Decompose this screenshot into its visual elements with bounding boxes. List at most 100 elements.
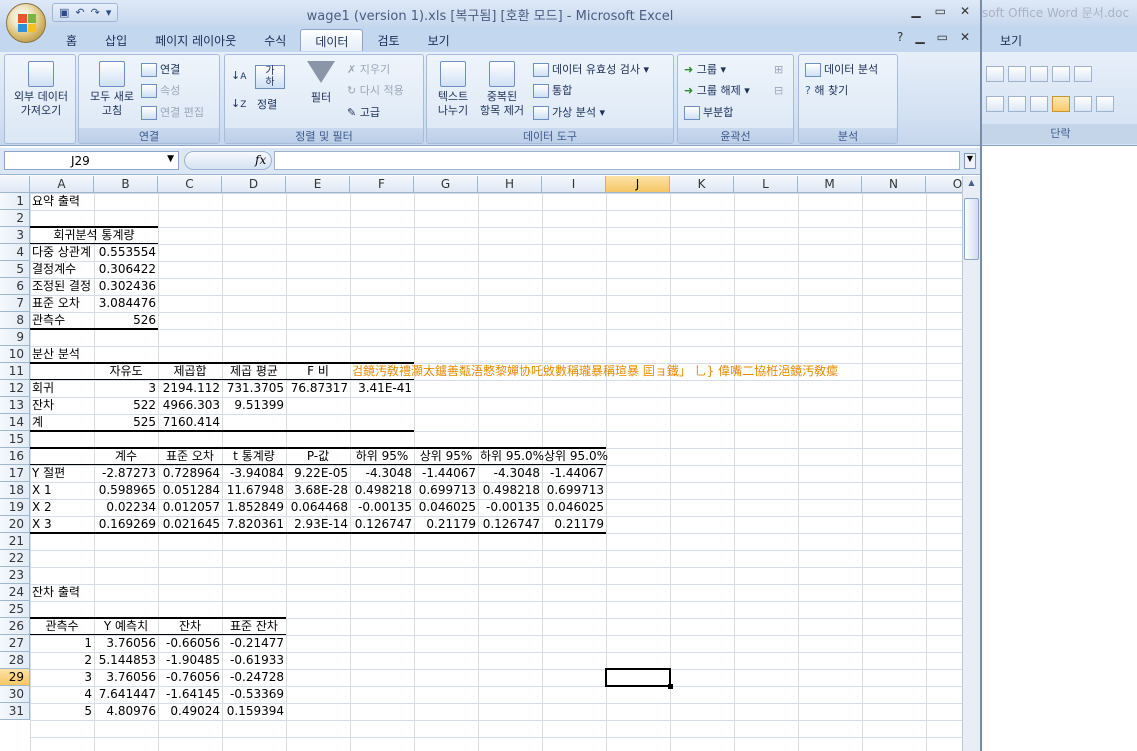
- column-header-F[interactable]: F: [350, 176, 414, 193]
- scroll-thumb[interactable]: [964, 198, 979, 260]
- properties-button[interactable]: 속성: [141, 84, 180, 98]
- coef-value[interactable]: 0.699713: [542, 482, 606, 499]
- doc-close-button[interactable]: ✕: [960, 30, 970, 44]
- coef-header[interactable]: t 통계량: [222, 448, 286, 465]
- select-all-corner[interactable]: [0, 176, 30, 193]
- coef-value[interactable]: -3.94084: [222, 465, 286, 482]
- column-header-B[interactable]: B: [94, 176, 158, 193]
- scroll-up-icon[interactable]: ▲: [964, 178, 979, 194]
- connections-button[interactable]: 연결: [141, 63, 180, 77]
- coef-value[interactable]: 0.02234: [94, 499, 158, 516]
- summary-title[interactable]: 요약 출력: [30, 193, 94, 210]
- coef-value[interactable]: 0.051284: [158, 482, 222, 499]
- coef-value[interactable]: -0.00135: [350, 499, 414, 516]
- row-header-30[interactable]: 30: [0, 686, 30, 703]
- residual-value[interactable]: 0.49024: [158, 703, 222, 720]
- coef-value[interactable]: 0.046025: [414, 499, 478, 516]
- filter-button[interactable]: 필터: [303, 61, 339, 105]
- anova-row-label[interactable]: 회귀: [30, 380, 94, 397]
- group-button[interactable]: ➜ 그룹 ▾: [684, 63, 726, 77]
- coef-row-label[interactable]: X 2: [30, 499, 94, 516]
- reg-stat-value[interactable]: 0.306422: [94, 261, 158, 278]
- justify-icon[interactable]: [1052, 96, 1070, 112]
- residual-value[interactable]: -0.66056: [158, 635, 222, 652]
- sort-dialog-icon[interactable]: 가 하: [255, 65, 285, 89]
- clear-filter-button[interactable]: ✗ 지우기: [347, 63, 390, 77]
- formula-input[interactable]: [274, 151, 960, 170]
- increase-indent-icon[interactable]: [1074, 66, 1092, 82]
- coef-value[interactable]: 0.012057: [158, 499, 222, 516]
- tab-1[interactable]: 삽입: [91, 29, 141, 51]
- reg-stat-value[interactable]: 526: [94, 312, 158, 329]
- tab-5[interactable]: 검토: [363, 29, 413, 51]
- coef-value[interactable]: -0.00135: [478, 499, 542, 516]
- coef-value[interactable]: 0.498218: [478, 482, 542, 499]
- column-header-J[interactable]: J: [606, 176, 670, 193]
- row-header-25[interactable]: 25: [0, 601, 30, 618]
- sort-descending-icon[interactable]: ↓Z: [231, 97, 246, 112]
- reg-stat-value[interactable]: 0.302436: [94, 278, 158, 295]
- row-header-18[interactable]: 18: [0, 482, 30, 499]
- decrease-indent-icon[interactable]: [1052, 66, 1070, 82]
- remove-duplicates-button[interactable]: 중복된 항목 제거: [477, 61, 527, 118]
- row-header-21[interactable]: 21: [0, 533, 30, 550]
- coef-header[interactable]: 표준 오차: [158, 448, 222, 465]
- coef-value[interactable]: 0.169269: [94, 516, 158, 533]
- residual-value[interactable]: -1.64145: [158, 686, 222, 703]
- anova-header[interactable]: 자유도: [94, 363, 158, 380]
- row-header-26[interactable]: 26: [0, 618, 30, 635]
- row-header-3[interactable]: 3: [0, 227, 30, 244]
- reg-stat-label[interactable]: 조정된 결정: [30, 278, 94, 295]
- residual-value[interactable]: 4.80976: [94, 703, 158, 720]
- row-header-1[interactable]: 1: [0, 193, 30, 210]
- edit-links-button[interactable]: 연결 편집: [141, 106, 204, 120]
- residual-value[interactable]: 2: [30, 652, 94, 669]
- row-header-14[interactable]: 14: [0, 414, 30, 431]
- anova-header[interactable]: 제곱 평균: [222, 363, 286, 380]
- coef-value[interactable]: 0.21179: [414, 516, 478, 533]
- name-box-dropdown-icon[interactable]: ▼: [167, 154, 174, 164]
- residual-value[interactable]: -0.76056: [158, 669, 222, 686]
- residual-value[interactable]: 7.641447: [94, 686, 158, 703]
- column-header-K[interactable]: K: [670, 176, 734, 193]
- coef-value[interactable]: 9.22E-05: [286, 465, 350, 482]
- data-validation-button[interactable]: 데이터 유효성 검사 ▾: [533, 63, 649, 77]
- coef-header[interactable]: 하위 95%: [350, 448, 414, 465]
- column-header-L[interactable]: L: [734, 176, 798, 193]
- tab-0[interactable]: 홈: [52, 29, 91, 51]
- coef-value[interactable]: 0.126747: [350, 516, 414, 533]
- tab-6[interactable]: 보기: [414, 29, 464, 51]
- what-if-analysis-button[interactable]: 가상 분석 ▾: [533, 106, 605, 120]
- column-header-D[interactable]: D: [222, 176, 286, 193]
- row-header-8[interactable]: 8: [0, 312, 30, 329]
- row-header-11[interactable]: 11: [0, 363, 30, 380]
- reapply-button[interactable]: ↻ 다시 적용: [347, 84, 404, 98]
- subtotal-button[interactable]: 부분합: [684, 106, 733, 120]
- reg-stat-label[interactable]: 관측수: [30, 312, 94, 329]
- anova-value[interactable]: [222, 414, 286, 431]
- redo-icon[interactable]: ↷: [91, 6, 100, 19]
- anova-header[interactable]: F 비: [286, 363, 350, 380]
- anova-value[interactable]: [286, 397, 350, 414]
- numbering-icon[interactable]: [1008, 66, 1026, 82]
- coef-value[interactable]: -4.3048: [478, 465, 542, 482]
- get-external-data-button[interactable]: 외부 데이터 가져오기: [9, 61, 73, 118]
- row-header-16[interactable]: 16: [0, 448, 30, 465]
- coef-value[interactable]: 0.598965: [94, 482, 158, 499]
- doc-minimize-button[interactable]: ▁: [915, 30, 924, 44]
- distribute-icon[interactable]: [1074, 96, 1092, 112]
- bullets-icon[interactable]: [986, 66, 1004, 82]
- row-header-12[interactable]: 12: [0, 380, 30, 397]
- anova-value[interactable]: 76.87317: [286, 380, 350, 397]
- close-button[interactable]: ✕: [960, 4, 970, 18]
- anova-value[interactable]: 3.41E-41: [350, 380, 414, 397]
- help-icon[interactable]: ?: [897, 30, 903, 44]
- anova-value[interactable]: 731.3705: [222, 380, 286, 397]
- anova-value[interactable]: [350, 414, 414, 431]
- residual-header[interactable]: 잔차: [158, 618, 222, 635]
- word-tab-view[interactable]: 보기: [1000, 32, 1022, 49]
- row-header-13[interactable]: 13: [0, 397, 30, 414]
- column-header-M[interactable]: M: [798, 176, 862, 193]
- office-button[interactable]: [6, 3, 46, 43]
- reg-stat-label[interactable]: 표준 오차: [30, 295, 94, 312]
